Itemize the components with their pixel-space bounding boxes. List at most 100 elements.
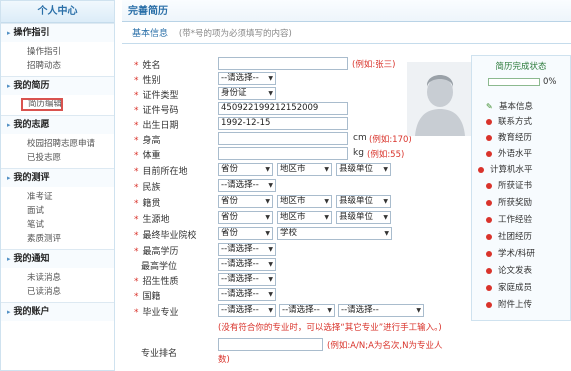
hometown-county-select[interactable]: 县级单位 ▼ [336,195,391,208]
weight-label: 体重 [142,151,161,161]
incomplete-dot-icon [486,284,492,291]
status-item-work[interactable]: 工作经验 [486,214,532,227]
location-label: 目前所在地 [142,167,188,177]
row-recruit-type: * 招生性质 --请选择-- ▼ [122,273,472,288]
hometown-province-select[interactable]: 省份 ▼ [218,195,273,208]
status-item-basic-info[interactable]: ✎ 基本信息 [486,100,533,113]
dropdown-arrow-icon: ▼ [268,261,273,268]
sidebar-item-admission-ticket[interactable]: 准考证 [1,190,114,204]
height-unit: cm [353,133,367,143]
major-category-select[interactable]: --请选择-- ▼ [218,304,276,317]
sidebar-section-tests[interactable]: ▸ 我的测评 [1,168,114,187]
dropdown-arrow-icon: ▼ [327,307,332,314]
sidebar-section-account[interactable]: ▸ 我的账户 [1,302,114,321]
id-number-input[interactable]: 450922199212152009 [218,102,348,115]
sidebar-section-guide[interactable]: ▸ 操作指引 [1,23,114,42]
dropdown-arrow-icon: ▼ [324,166,329,173]
required-hint: (带*号的项为必须填写的内容) [178,29,292,39]
recruit-type-label: 招生性质 [142,277,179,287]
birth-date-label: 出生日期 [142,121,179,131]
photo-placeholder[interactable] [407,62,473,136]
sidebar-item-resume-edit[interactable]: 简历编辑 [21,98,64,111]
dropdown-arrow-icon: ▼ [268,307,273,314]
completion-percent: 0% [543,77,557,87]
birthplace-county-select[interactable]: 县级单位 ▼ [336,211,391,224]
height-input[interactable] [218,132,348,145]
dropdown-arrow-icon: ▼ [268,90,273,97]
completion-progress-bar [488,78,540,86]
status-item-awards[interactable]: 所获奖励 [486,197,532,210]
dropdown-arrow-icon: ▼ [324,198,329,205]
location-county-select[interactable]: 县级单位 ▼ [336,163,391,176]
dropdown-arrow-icon: ▼ [265,230,270,237]
page-title: 完善简历 [122,0,571,22]
recruit-type-select[interactable]: --请选择-- ▼ [218,273,276,286]
birth-date-input[interactable]: 1992-12-15 [218,117,348,130]
row-weight: * 体重 kg (例如:55) [134,147,405,161]
major-rank-input[interactable] [218,338,323,351]
school-select[interactable]: 学校 ▼ [277,227,392,240]
status-item-language[interactable]: 外语水平 [486,148,532,161]
major-subcategory-select[interactable]: --请选择-- ▼ [279,304,335,317]
birthplace-province-select[interactable]: 省份 ▼ [218,211,273,224]
sidebar-item-apply[interactable]: 校园招聘志愿申请 [1,137,114,151]
status-item-clubs[interactable]: 社团经历 [486,231,532,244]
sidebar-item-interview[interactable]: 面试 [1,204,114,218]
sidebar-section-applications[interactable]: ▸ 我的志愿 [1,115,114,134]
dropdown-arrow-icon: ▼ [268,182,273,189]
nationality-label: 国籍 [142,292,161,302]
height-example: (例如:170) [369,135,412,145]
id-type-label: 证件类型 [142,91,179,101]
status-item-education[interactable]: 教育经历 [486,132,532,145]
gender-select[interactable]: --请选择-- ▼ [218,72,276,85]
hometown-city-select[interactable]: 地区市 ▼ [277,195,332,208]
sidebar-section-notices[interactable]: ▸ 我的通知 [1,249,114,268]
hometown-label: 籍贯 [142,199,161,209]
ethnicity-select[interactable]: --请选择-- ▼ [218,179,276,192]
dropdown-arrow-icon: ▼ [416,307,421,314]
row-school: * 最终毕业院校 省份 ▼ 学校 ▼ [122,227,472,242]
sidebar-item-read[interactable]: 已读消息 [1,285,114,299]
incomplete-dot-icon [486,199,492,206]
incomplete-dot-icon [486,267,492,274]
row-birthplace: * 生源地 省份 ▼ 地区市 ▼ 县级单位 ▼ [122,211,472,226]
sidebar-item-unread[interactable]: 未读消息 [1,271,114,285]
birthplace-city-select[interactable]: 地区市 ▼ [277,211,332,224]
status-item-papers[interactable]: 论文发表 [486,265,532,278]
status-item-family[interactable]: 家庭成员 [486,282,532,295]
location-city-select[interactable]: 地区市 ▼ [277,163,332,176]
status-item-computer[interactable]: 计算机水平 [478,164,533,177]
degree-select[interactable]: --请选择-- ▼ [218,258,276,271]
sidebar-item-guide[interactable]: 操作指引 [1,45,114,59]
dropdown-arrow-icon: ▼ [268,291,273,298]
incomplete-dot-icon [486,301,492,308]
dropdown-arrow-icon: ▼ [384,230,389,237]
sidebar-item-written-test[interactable]: 笔试 [1,218,114,232]
sidebar-item-applied[interactable]: 已投志愿 [1,151,114,165]
id-type-select[interactable]: 身份证 ▼ [218,87,276,100]
location-province-select[interactable]: 省份 ▼ [218,163,273,176]
nationality-select[interactable]: --请选择-- ▼ [218,288,276,301]
gender-label: 性别 [142,76,161,86]
sidebar-item-news[interactable]: 招聘动态 [1,59,114,73]
name-input[interactable] [218,57,348,70]
status-item-research[interactable]: 学术/科研 [486,248,535,261]
status-item-attachments[interactable]: 附件上传 [486,299,532,312]
school-label: 最终毕业院校 [142,231,197,241]
row-nationality: * 国籍 --请选择-- ▼ [122,288,472,303]
status-item-contact[interactable]: 联系方式 [486,116,532,129]
incomplete-dot-icon [486,216,492,223]
sidebar-section-resume[interactable]: ▸ 我的简历 [1,76,114,95]
sidebar-item-assessment[interactable]: 素质测评 [1,232,114,246]
weight-input[interactable] [218,147,348,160]
education-select[interactable]: --请选择-- ▼ [218,243,276,256]
school-province-select[interactable]: 省份 ▼ [218,227,273,240]
status-item-certificates[interactable]: 所获证书 [486,180,532,193]
caret-right-icon: ▸ [7,121,11,129]
major-select[interactable]: --请选择-- ▼ [338,304,424,317]
dropdown-arrow-icon: ▼ [268,276,273,283]
row-ethnicity: * 民族 --请选择-- ▼ [122,179,472,194]
sidebar-title: 个人中心 [1,1,114,23]
tab-basic-info[interactable]: 基本信息 [132,29,168,39]
weight-example: (例如:55) [367,150,405,160]
